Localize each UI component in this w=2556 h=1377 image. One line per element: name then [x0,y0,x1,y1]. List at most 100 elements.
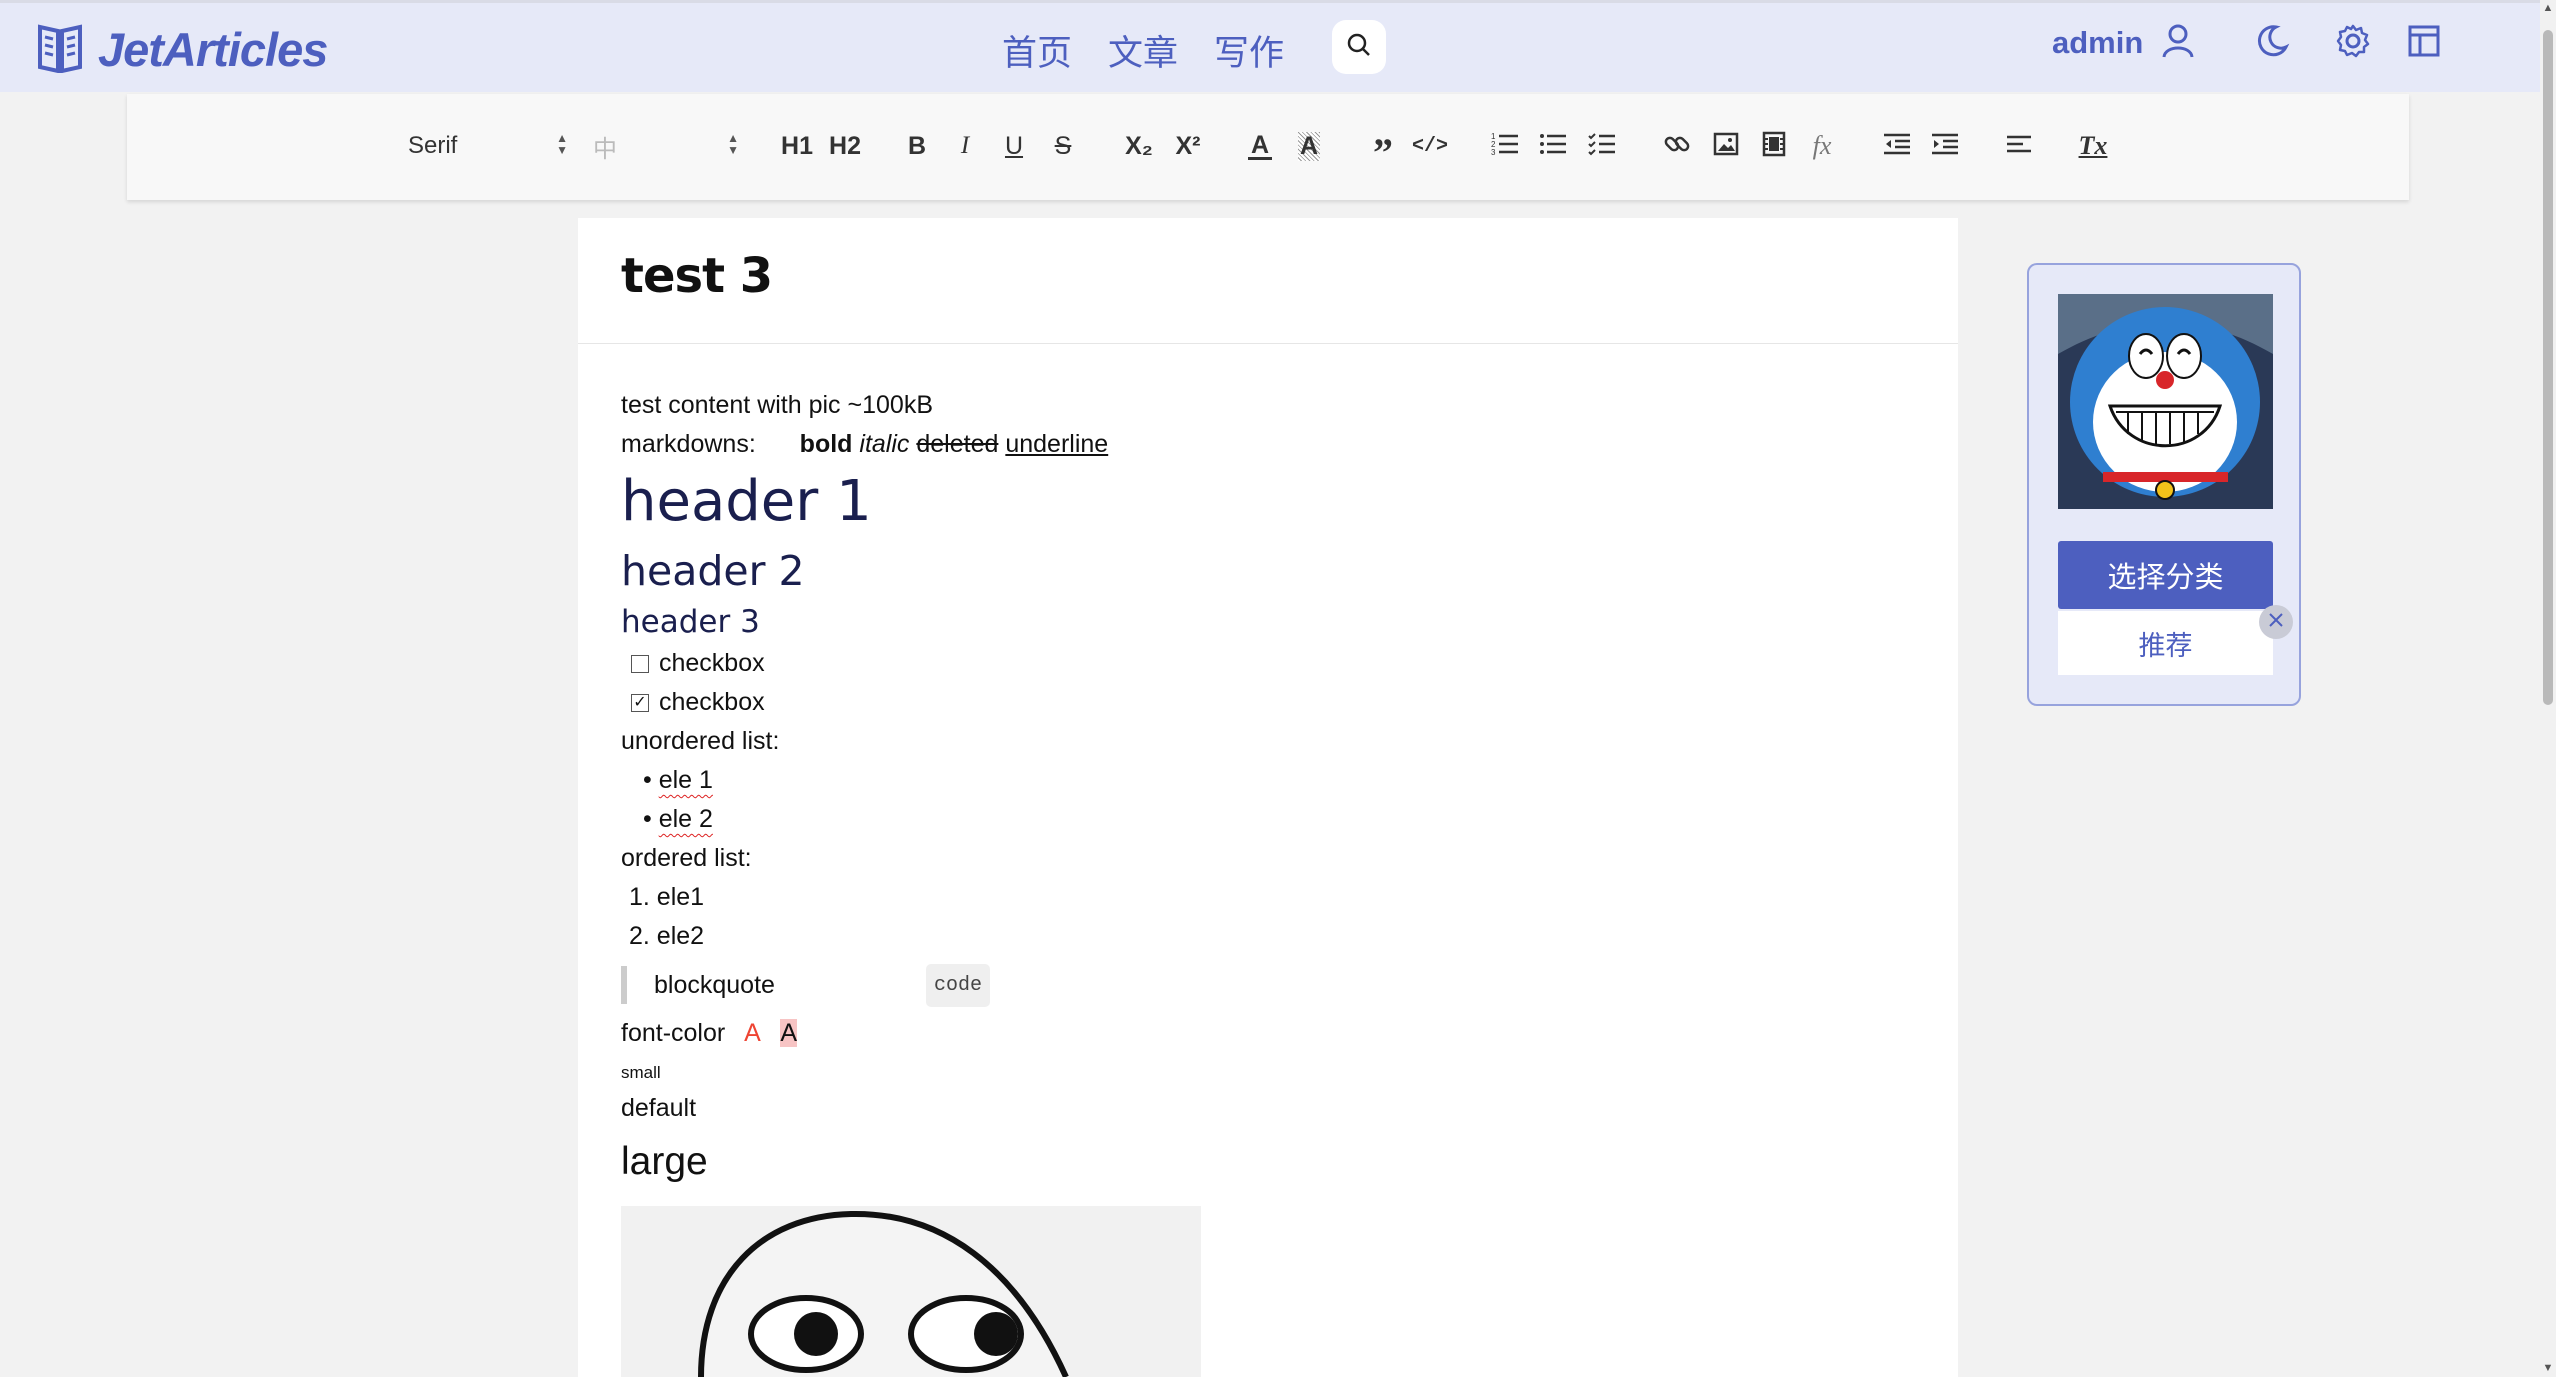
superscript-button[interactable]: X² [1168,124,1208,168]
gear-icon [2335,23,2371,64]
formula-button[interactable]: fx [1804,124,1840,168]
select-arrows-icon: ▲ ▼ [556,131,568,157]
bullet-list-button[interactable] [1535,124,1571,168]
nav-write[interactable]: 写作 [1214,25,1284,76]
indent-button[interactable] [1927,124,1963,168]
video-icon [1762,131,1786,162]
deleted-text: deleted [916,430,999,458]
inline-code: code [925,963,990,1007]
heading-2: header 2 [621,547,805,595]
red-text: A [744,1019,760,1047]
bold-button[interactable]: B [899,124,935,168]
font-size-select[interactable]: 中 ▲ ▼ [593,124,739,168]
scroll-down-arrow-icon[interactable]: ▼ [2542,1362,2554,1374]
username[interactable]: admin [2052,25,2143,61]
bullet-list-icon [1539,131,1567,162]
image-button[interactable] [1708,124,1744,168]
article-image [621,1206,1201,1377]
svg-text:3: 3 [1491,148,1496,157]
checkbox-checked[interactable]: ✓ [631,693,649,712]
italic-button[interactable]: I [947,124,983,168]
blockquote-button[interactable]: ” [1365,124,1401,175]
blockquote-text: blockquote [654,970,775,999]
paragraph: test content with pic ~100kB [621,391,933,419]
clear-format-icon: Tx [2078,131,2108,160]
article-title[interactable]: test 3 [621,248,773,304]
editor-toolbar: Serif ▲ ▼ 中 ▲ ▼ H1 H2 B I U S X₂ X² A A ” … [127,94,2409,200]
markdowns-label: markdowns: [621,430,756,458]
search-button[interactable] [1332,20,1386,74]
list-item: • ele 2 [643,805,713,833]
scroll-up-arrow-icon[interactable]: ▲ [2542,2,2554,14]
code-icon: </> [1412,134,1449,158]
underline-text: underline [1005,430,1109,458]
moon-icon [2254,23,2290,64]
underline-button[interactable]: U [996,124,1032,168]
checkbox-item: checkbox [621,644,1921,683]
heading-1: header 1 [621,469,872,534]
background-color-button[interactable]: A [1291,124,1327,168]
logo[interactable]: JetArticles [36,21,328,78]
code-block-button[interactable]: </> [1412,124,1448,168]
checkbox-label: checkbox [659,649,765,677]
quote-icon: ” [1373,130,1393,175]
heading-3: header 3 [621,604,760,640]
blockquote: blockquote code [621,963,1921,1007]
page-scrollbar[interactable]: ▲ ▼ [2540,0,2556,1377]
italic-text: italic [859,430,910,458]
indent-icon [1931,132,1959,161]
nav-home[interactable]: 首页 [1002,25,1072,76]
select-category-button[interactable]: 选择分类 [2058,541,2273,609]
layout-button[interactable] [2402,21,2446,65]
search-icon [1346,32,1372,63]
formula-icon: fx [1812,131,1832,160]
text-color-button[interactable]: A [1242,124,1278,168]
checkbox-unchecked[interactable] [631,654,649,673]
subscript-button[interactable]: X₂ [1119,124,1159,168]
font-family-select[interactable]: Serif ▲ ▼ [408,124,568,168]
remove-tag-button[interactable] [2259,605,2293,639]
nav-articles[interactable]: 文章 [1108,25,1178,76]
scroll-thumb[interactable] [2543,30,2553,705]
ordered-list-button[interactable]: 123 [1487,124,1523,168]
strike-button[interactable]: S [1045,124,1081,168]
outdent-button[interactable] [1879,124,1915,168]
h2-button[interactable]: H2 [825,124,865,168]
user-icon [2161,23,2195,64]
font-family-value: Serif [408,132,458,159]
ordered-label: ordered list: [621,844,752,872]
align-left-icon [2005,132,2033,161]
select-arrows-icon: ▲ ▼ [727,131,739,157]
tag-recommend: 推荐 [2058,611,2273,675]
unordered-label: unordered list: [621,727,780,755]
settings-button[interactable] [2331,21,2375,65]
dark-mode-button[interactable] [2250,21,2294,65]
image-icon [1713,132,1739,161]
list-item: 1. ele1 [629,883,705,911]
font-color-label: font-color [621,1019,726,1047]
user-button[interactable] [2156,21,2200,65]
link-button[interactable] [1659,124,1695,168]
main-nav: 首页 文章 写作 [1002,25,1284,76]
ordered-list-icon: 123 [1491,131,1519,162]
clear-format-button[interactable]: Tx [2075,124,2111,168]
tag-label: 推荐 [2138,630,2193,661]
highlight-text: A [780,1019,798,1047]
title-field[interactable]: test 3 [578,218,1958,344]
link-icon [1663,130,1691,163]
list-item: 2. ele2 [629,922,705,950]
outdent-icon [1883,132,1911,161]
h1-button[interactable]: H1 [777,124,817,168]
color-bar [1248,156,1272,160]
align-button[interactable] [2001,124,2037,168]
checkbox-label: checkbox [659,688,765,716]
list-item: • ele 1 [643,766,713,794]
font-color-line: font-color A A [621,1014,1921,1053]
video-button[interactable] [1756,124,1792,168]
editor-content[interactable]: test content with pic ~100kB markdowns: … [621,386,1921,1190]
large-text: large [621,1140,708,1183]
top-navbar: JetArticles 首页 文章 写作 admin [0,0,2540,92]
check-list-button[interactable] [1584,124,1620,168]
cover-image[interactable] [2058,294,2273,509]
book-icon [36,21,84,78]
